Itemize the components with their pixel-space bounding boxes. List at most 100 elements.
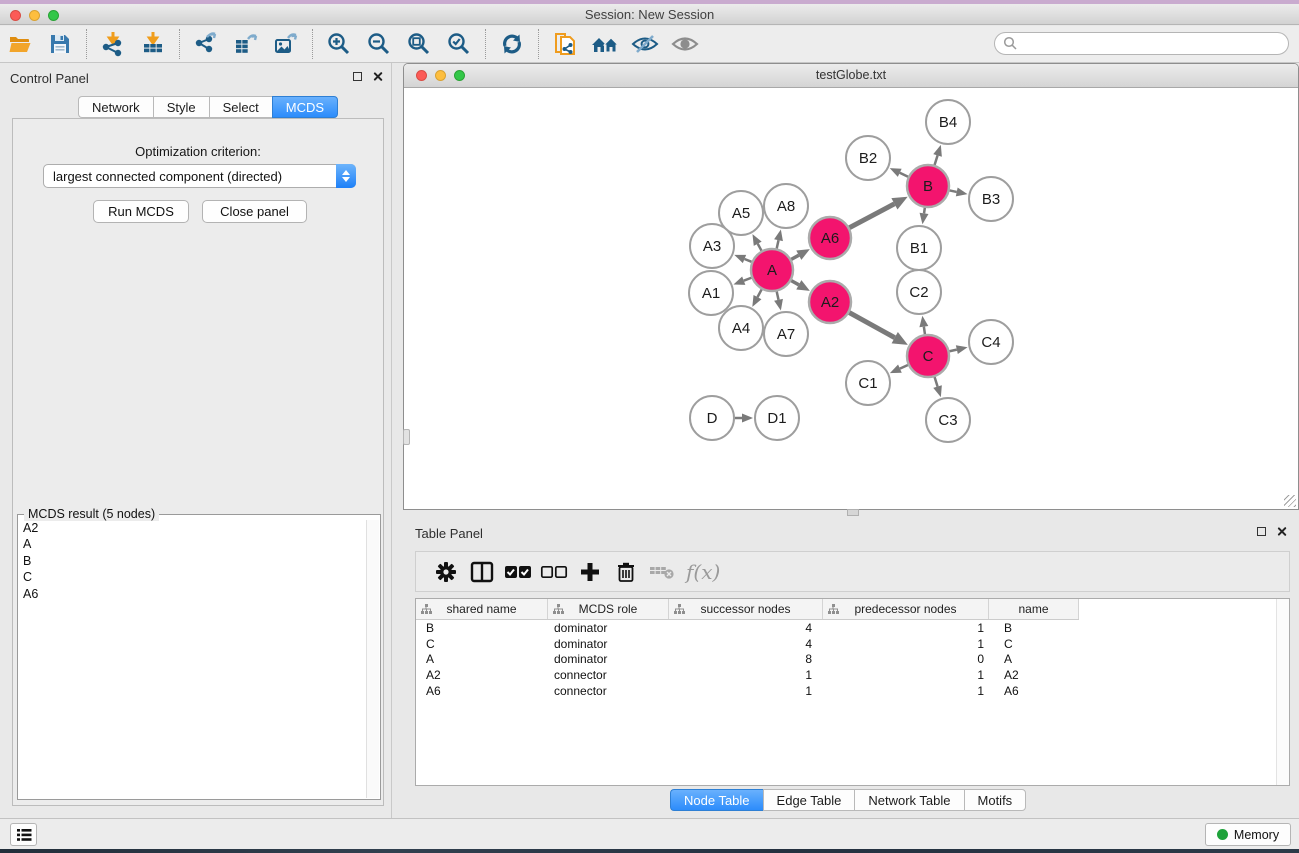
graph-edge-A-A8[interactable]: [774, 229, 783, 248]
delete-column-trash-icon[interactable]: [611, 558, 641, 586]
graph-edge-C-C1[interactable]: [890, 365, 908, 374]
graph-edge-A-A3[interactable]: [734, 255, 751, 263]
table-row-A6[interactable]: A6connector11A6: [416, 683, 1276, 699]
table-row-B[interactable]: Bdominator41B: [416, 620, 1276, 636]
close-panel-button[interactable]: Close panel: [202, 200, 307, 223]
memory-button[interactable]: Memory: [1205, 823, 1291, 846]
table-cell[interactable]: B: [989, 621, 1079, 635]
table-cell[interactable]: B: [416, 621, 548, 635]
close-table-panel-icon[interactable]: [1276, 526, 1287, 537]
table-cell[interactable]: 4: [669, 637, 823, 651]
table-cell[interactable]: 1: [823, 684, 989, 698]
table-cell[interactable]: dominator: [548, 621, 669, 635]
graph-edge-C-C2[interactable]: [919, 316, 928, 334]
float-panel-icon[interactable]: [353, 72, 362, 81]
table-cell[interactable]: A6: [989, 684, 1079, 698]
eye-slash-icon[interactable]: [628, 29, 662, 59]
graph-edge-C-C4[interactable]: [949, 345, 967, 354]
graph-edge-B-B2[interactable]: [890, 168, 908, 177]
mcds-result-item[interactable]: C: [19, 569, 366, 585]
task-history-button[interactable]: [10, 823, 37, 846]
graph-node-A1[interactable]: A1: [689, 271, 733, 315]
eye-icon[interactable]: [668, 29, 702, 59]
control-tab-style[interactable]: Style: [153, 96, 209, 118]
table-tab-node-table[interactable]: Node Table: [670, 789, 763, 811]
graph-edge-B-B3[interactable]: [950, 188, 968, 197]
table-cell[interactable]: connector: [548, 684, 669, 698]
export-network-icon[interactable]: [189, 29, 223, 59]
graph-node-A6[interactable]: A6: [809, 217, 851, 259]
control-tab-network[interactable]: Network: [78, 96, 153, 118]
table-row-A2[interactable]: A2connector11A2: [416, 667, 1276, 683]
graph-node-A[interactable]: A: [751, 249, 793, 291]
graph-node-A7[interactable]: A7: [764, 312, 808, 356]
column-header-MCDS-role[interactable]: MCDS role: [548, 599, 669, 619]
network-graph[interactable]: B4B2BB3A8A5A6A3B1AA1C2A2A4A7C4CC1C3DD1: [405, 89, 1297, 509]
split-table-icon[interactable]: [467, 558, 497, 586]
import-network-icon[interactable]: [96, 29, 130, 59]
export-table-icon[interactable]: [229, 29, 263, 59]
refresh-layout-icon[interactable]: [495, 29, 529, 59]
zoom-out-icon[interactable]: [362, 29, 396, 59]
window-resize-grip[interactable]: [1284, 495, 1296, 507]
deselect-all-checkboxes-icon[interactable]: [539, 558, 569, 586]
graph-node-B2[interactable]: B2: [846, 136, 890, 180]
graph-edge-A-A2[interactable]: [791, 280, 810, 291]
graph-edge-D-D1[interactable]: [735, 414, 753, 423]
search-field[interactable]: [994, 32, 1289, 55]
table-settings-gear-icon[interactable]: [431, 558, 461, 586]
graph-node-B1[interactable]: B1: [897, 226, 941, 270]
zoom-in-icon[interactable]: [322, 29, 356, 59]
close-panel-icon[interactable]: [372, 71, 383, 82]
add-column-icon[interactable]: [575, 558, 605, 586]
table-cell[interactable]: A: [416, 652, 548, 666]
graph-node-B[interactable]: B: [907, 165, 949, 207]
export-image-icon[interactable]: [269, 29, 303, 59]
houses-icon[interactable]: [588, 29, 622, 59]
table-cell[interactable]: dominator: [548, 637, 669, 651]
column-header-shared-name[interactable]: shared name: [416, 599, 548, 619]
table-tab-edge-table[interactable]: Edge Table: [763, 789, 855, 811]
optimization-criterion-select[interactable]: largest connected component (directed): [43, 164, 356, 188]
graph-node-D[interactable]: D: [690, 396, 734, 440]
table-cell[interactable]: A: [989, 652, 1079, 666]
graph-edge-A-A6[interactable]: [791, 249, 810, 260]
result-list-scrollbar[interactable]: [366, 520, 379, 798]
network-canvas[interactable]: B4B2BB3A8A5A6A3B1AA1C2A2A4A7C4CC1C3DD1: [405, 89, 1297, 509]
graph-node-C4[interactable]: C4: [969, 320, 1013, 364]
node-table-scrollbar[interactable]: [1276, 599, 1289, 785]
graph-node-A4[interactable]: A4: [719, 306, 763, 350]
table-cell[interactable]: 1: [823, 637, 989, 651]
mcds-result-item[interactable]: A: [19, 536, 366, 552]
column-header-successor-nodes[interactable]: successor nodes: [669, 599, 823, 619]
open-session-icon[interactable]: [3, 29, 37, 59]
graph-node-C2[interactable]: C2: [897, 270, 941, 314]
mcds-result-item[interactable]: A6: [19, 586, 366, 602]
run-mcds-button[interactable]: Run MCDS: [93, 200, 189, 223]
search-input[interactable]: [1018, 35, 1288, 53]
table-cell[interactable]: A6: [416, 684, 548, 698]
mcds-result-item[interactable]: B: [19, 553, 366, 569]
table-cell[interactable]: 1: [823, 668, 989, 682]
table-cell[interactable]: 0: [823, 652, 989, 666]
split-pane-handle[interactable]: [847, 509, 859, 516]
save-session-icon[interactable]: [43, 29, 77, 59]
table-cell[interactable]: 1: [669, 668, 823, 682]
zoom-fit-icon[interactable]: [402, 29, 436, 59]
control-tab-select[interactable]: Select: [209, 96, 272, 118]
mcds-result-item[interactable]: A2: [19, 520, 366, 536]
table-cell[interactable]: C: [416, 637, 548, 651]
graph-node-A8[interactable]: A8: [764, 184, 808, 228]
graph-edge-A-A4[interactable]: [752, 289, 761, 306]
graph-node-C1[interactable]: C1: [846, 361, 890, 405]
table-cell[interactable]: 1: [669, 684, 823, 698]
zoom-selected-icon[interactable]: [442, 29, 476, 59]
table-row-A[interactable]: Adominator80A: [416, 652, 1276, 668]
table-cell[interactable]: 1: [823, 621, 989, 635]
graph-edge-A-A1[interactable]: [733, 276, 751, 284]
table-tab-network-table[interactable]: Network Table: [854, 789, 963, 811]
import-table-icon[interactable]: [136, 29, 170, 59]
table-row-C[interactable]: Cdominator41C: [416, 636, 1276, 652]
table-cell[interactable]: A2: [416, 668, 548, 682]
table-cell[interactable]: A2: [989, 668, 1079, 682]
